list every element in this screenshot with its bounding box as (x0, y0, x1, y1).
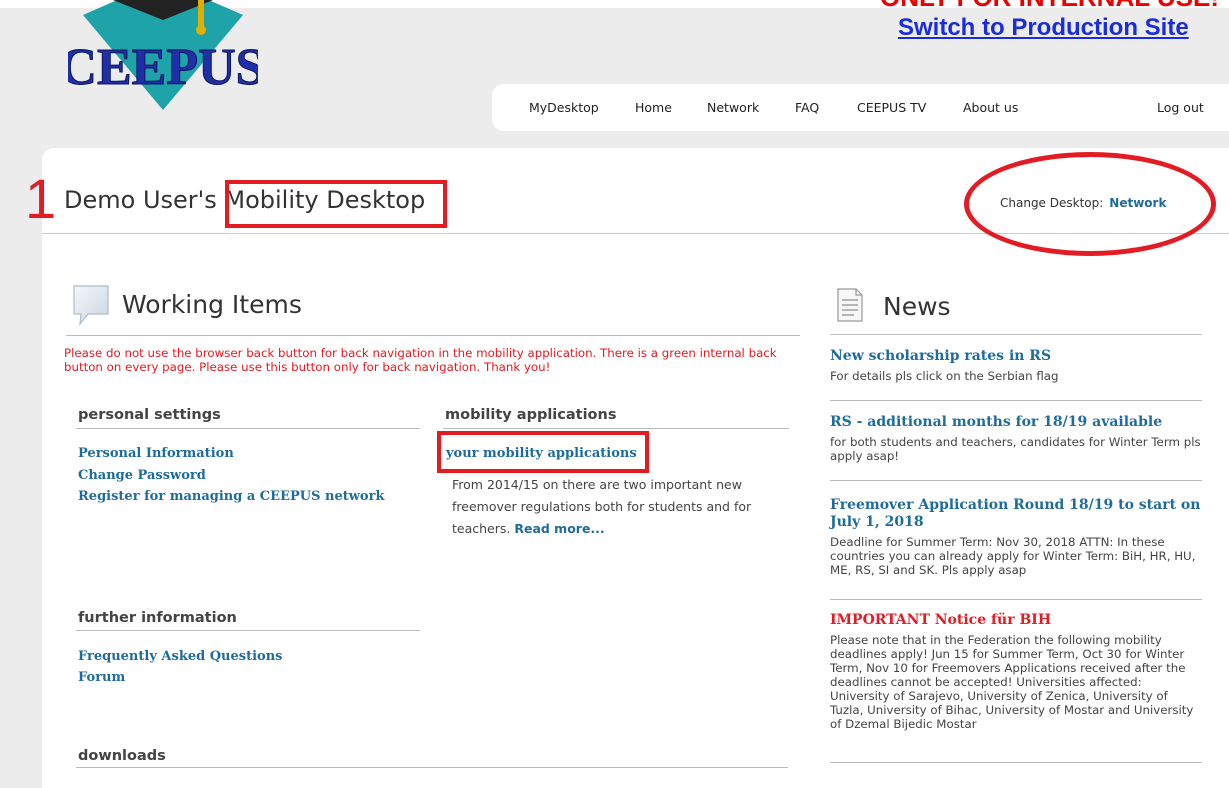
news-item: Freemover Application Round 18/19 to sta… (830, 497, 1202, 577)
nav-ceepus-tv[interactable]: CEEPUS TV (857, 100, 926, 115)
nav-about-us[interactable]: About us (963, 100, 1018, 115)
news-item-title[interactable]: New scholarship rates in RS (830, 348, 1202, 365)
news-separator (830, 400, 1202, 401)
news-divider (830, 334, 1202, 335)
news-separator (830, 480, 1202, 481)
downloads-heading: downloads (78, 748, 166, 764)
news-item-body: for both students and teachers, candidat… (830, 435, 1201, 463)
back-button-warning: Please do not use the browser back butto… (64, 346, 777, 374)
nav-mydesktop[interactable]: MyDesktop (529, 100, 599, 115)
news-item-title[interactable]: Freemover Application Round 18/19 to sta… (830, 497, 1202, 531)
change-password-link[interactable]: Change Password (78, 468, 206, 483)
personal-settings-divider (76, 428, 420, 429)
nav-faq[interactable]: FAQ (795, 100, 819, 115)
news-item-title[interactable]: RS - additional months for 18/19 availab… (830, 414, 1202, 431)
working-items-divider (66, 335, 800, 336)
news-item-body: For details pls click on the Serbian fla… (830, 369, 1059, 383)
news-separator (830, 762, 1202, 763)
title-highlight-box (225, 180, 447, 228)
main-navigation: MyDesktop Home Network FAQ CEEPUS TV Abo… (492, 84, 1229, 131)
news-item-body: Please note that in the Federation the f… (830, 633, 1194, 731)
news-item-title[interactable]: IMPORTANT Notice für BIH (830, 612, 1202, 629)
internal-use-notice: ONLY FOR INTERNAL USE! (880, 0, 1219, 13)
mobility-applications-heading: mobility applications (445, 407, 617, 423)
speech-bubble-icon (73, 285, 109, 326)
switch-to-production-link[interactable]: Switch to Production Site (898, 14, 1189, 42)
register-network-link[interactable]: Register for managing a CEEPUS network (78, 489, 384, 504)
news-item-body: Deadline for Summer Term: Nov 30, 2018 A… (830, 535, 1196, 577)
nav-network[interactable]: Network (707, 100, 759, 115)
faq-link[interactable]: Frequently Asked Questions (78, 649, 282, 664)
annotation-number: 1 (25, 167, 57, 230)
nav-home[interactable]: Home (635, 100, 672, 115)
logo-text: CEEPUS (68, 39, 258, 96)
news-item: IMPORTANT Notice für BIH Please note tha… (830, 612, 1202, 731)
read-more-link[interactable]: Read more... (514, 521, 604, 536)
working-items-title: Working Items (122, 290, 302, 319)
mobility-applications-divider (443, 428, 789, 429)
ceepus-logo[interactable]: CEEPUS (68, 0, 258, 115)
news-item: New scholarship rates in RS For details … (830, 348, 1202, 383)
circle-annotation (964, 152, 1216, 256)
freemover-regulations-text: From 2014/15 on there are two important … (452, 474, 772, 540)
news-item: RS - additional months for 18/19 availab… (830, 414, 1202, 463)
forum-link[interactable]: Forum (78, 670, 125, 685)
further-information-divider (76, 630, 420, 631)
news-separator (830, 599, 1202, 600)
personal-settings-heading: personal settings (78, 407, 221, 423)
logout-link[interactable]: Log out (1157, 100, 1204, 115)
news-title: News (883, 292, 951, 321)
page-title-user: Demo User's (64, 186, 225, 214)
document-icon (837, 288, 863, 322)
further-information-heading: further information (78, 610, 237, 626)
personal-information-link[interactable]: Personal Information (78, 446, 234, 461)
applications-highlight-box (437, 431, 649, 473)
